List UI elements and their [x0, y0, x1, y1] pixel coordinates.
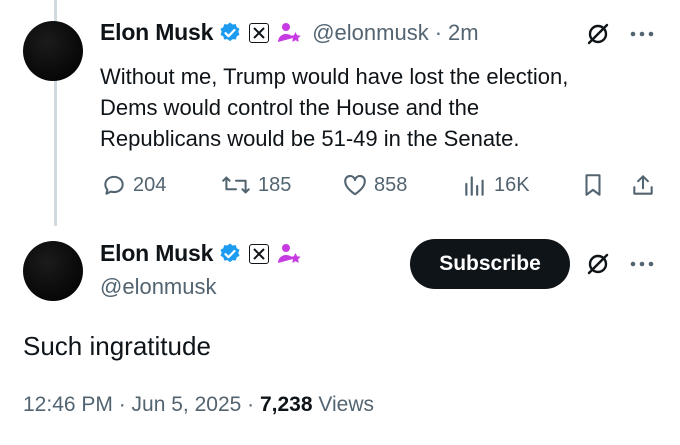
timestamp-link[interactable]: 12:46 PM · Jun 5, 2025 ·	[23, 393, 260, 416]
verified-badge-icon[interactable]	[218, 21, 242, 45]
tweet-text-line: Republicans would be 51-49 in the Senate…	[100, 126, 520, 151]
repost-button[interactable]: 185	[220, 172, 291, 198]
main-tweet-text: Such ingratitude	[23, 331, 211, 361]
repost-count: 185	[258, 173, 292, 196]
reply-icon	[104, 175, 124, 195]
display-name[interactable]: Elon Musk	[100, 19, 213, 46]
tweet-meta: 12:46 PM · Jun 5, 2025 · 7,238 Views	[23, 393, 374, 417]
grok-icon[interactable]	[584, 250, 612, 278]
bookmark-icon	[585, 174, 601, 196]
more-icon[interactable]	[628, 254, 656, 274]
separator: ·	[434, 19, 443, 45]
handle[interactable]: @elonmusk	[312, 20, 429, 46]
views-count[interactable]: 7,238	[260, 393, 313, 416]
reply-button[interactable]: 204	[101, 172, 166, 198]
display-name[interactable]: Elon Musk	[100, 240, 213, 267]
views-label: Views	[312, 393, 375, 416]
tweet-text: Without me, Trump would have lost the el…	[100, 61, 660, 154]
grok-icon[interactable]	[584, 20, 612, 48]
tweet-header: Elon Musk	[100, 240, 303, 267]
tweet-text-line: Without me, Trump would have lost the el…	[100, 64, 569, 89]
verified-badge-icon[interactable]	[218, 242, 242, 266]
more-icon[interactable]	[628, 24, 656, 44]
like-button[interactable]: 858	[342, 172, 407, 198]
x-logo-icon[interactable]	[249, 243, 270, 264]
like-count: 858	[374, 173, 408, 196]
repost-icon	[222, 176, 250, 194]
avatar[interactable]	[23, 21, 83, 81]
timestamp-link[interactable]: 2m	[448, 20, 479, 46]
subscribe-button[interactable]: Subscribe	[410, 239, 570, 289]
avatar[interactable]	[23, 241, 83, 301]
affiliation-icon[interactable]	[277, 21, 303, 45]
tweet-header: Elon Musk @elonmusk · 2m	[100, 19, 479, 46]
x-logo-icon[interactable]	[249, 22, 270, 43]
handle[interactable]: @elonmusk	[100, 274, 217, 300]
affiliation-icon[interactable]	[277, 242, 303, 266]
views-count: 16K	[494, 173, 530, 196]
like-icon	[344, 174, 366, 196]
tweet-text-line: Dems would control the House and the	[100, 95, 480, 120]
views-button[interactable]: 16K	[462, 172, 530, 198]
views-icon	[465, 176, 484, 196]
share-icon	[633, 175, 653, 195]
share-button[interactable]	[630, 172, 656, 198]
reply-count: 204	[133, 173, 167, 196]
bookmark-button[interactable]	[581, 172, 605, 198]
